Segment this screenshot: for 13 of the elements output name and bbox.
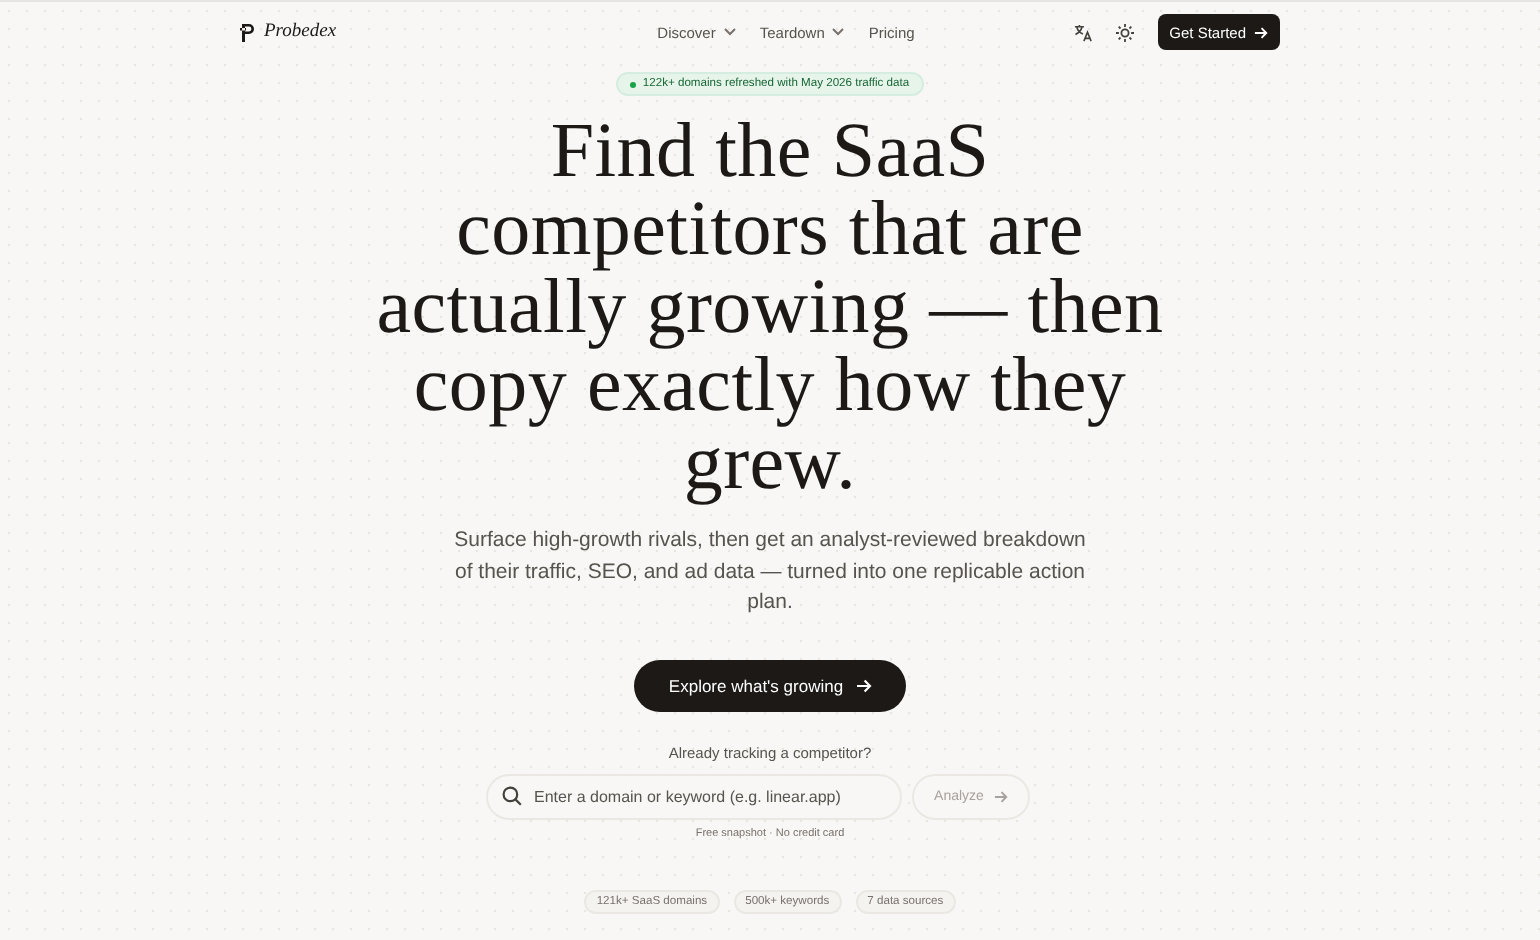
arrow-icon bbox=[1254, 25, 1268, 39]
translate-icon[interactable] bbox=[1073, 23, 1092, 41]
explore-button[interactable]: Explore what's growing bbox=[634, 659, 906, 711]
arrow-icon bbox=[855, 677, 872, 693]
chevron-icon bbox=[832, 28, 845, 36]
brand-name[interactable]: Probedex bbox=[264, 22, 337, 42]
subheadline: Surface high-growth rivals, then get an analyst-reviewed breakdown of their traffic, SEO, and ad data — turned into one replicable action plan. bbox=[452, 526, 1088, 618]
search-field[interactable]: Enter a domain or keyword (e.g. linear.app) bbox=[486, 773, 902, 819]
arrow-icon bbox=[993, 789, 1008, 803]
theme-toggle-icon[interactable] bbox=[1115, 23, 1134, 41]
chevron-icon bbox=[723, 28, 736, 36]
headline: Find the SaaS competitors that are actually growing — then copy exactly how they grew. bbox=[374, 112, 1166, 502]
logo-icon bbox=[240, 23, 254, 41]
